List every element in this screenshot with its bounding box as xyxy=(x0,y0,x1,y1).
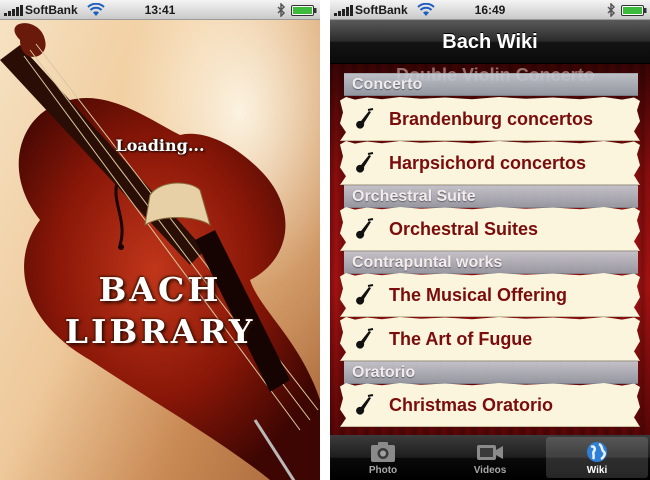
battery-icon xyxy=(291,5,317,16)
app-title-line-1: BACH xyxy=(98,270,222,309)
list-item-christmas-oratorio[interactable]: Christmas Oratorio xyxy=(340,383,640,427)
violin-icon xyxy=(356,152,374,173)
wiki-list[interactable]: Double Violin Concerto Concerto Brandenb… xyxy=(330,64,650,435)
status-time: 16:49 xyxy=(474,3,506,17)
splash-background: Loading... BACH LIBRARY xyxy=(0,20,320,480)
list-item-label: Christmas Oratorio xyxy=(389,395,554,415)
list-item-label: The Art of Fugue xyxy=(389,329,533,349)
list-item-the-musical-offering[interactable]: The Musical Offering xyxy=(340,273,640,317)
status-bar: SoftBank 16:49 xyxy=(330,0,650,20)
list-item-brandenburg-concertos[interactable]: Brandenburg concertos xyxy=(340,97,640,141)
battery-icon xyxy=(621,5,647,16)
list-item-label: The Musical Offering xyxy=(389,285,568,305)
navigation-bar-title: Bach Wiki xyxy=(330,20,650,64)
violin-icon xyxy=(356,328,374,349)
status-bar: SoftBank 13:41 xyxy=(0,0,320,20)
tab-bar: Photo Videos Wiki xyxy=(330,435,650,480)
tab-label: Videos xyxy=(473,465,507,476)
globe-icon xyxy=(587,442,607,462)
violin-icon xyxy=(356,284,374,305)
violin-icon xyxy=(356,108,374,129)
list-item-label: Orchestral Suites xyxy=(389,219,539,239)
section-header-contrapuntal-works: Contrapuntal works xyxy=(344,251,638,274)
bluetooth-icon xyxy=(607,3,616,17)
tab-wiki[interactable]: Wiki xyxy=(546,437,648,478)
violin-icon xyxy=(356,218,374,239)
list-item-label: Brandenburg concertos xyxy=(389,109,594,129)
tab-photo[interactable]: Photo xyxy=(332,437,434,478)
section-header-concerto: Concerto xyxy=(344,73,638,96)
splash-screen: SoftBank 13:41 Loading... BACH LIBRARY xyxy=(0,0,320,480)
list-item-harpsichord-concertos[interactable]: Harpsichord concertos xyxy=(340,141,640,185)
bluetooth-icon xyxy=(277,3,286,17)
app-title-line-2: LIBRARY xyxy=(64,312,256,351)
tab-label: Photo xyxy=(368,465,398,476)
tab-videos[interactable]: Videos xyxy=(439,437,541,478)
violin-icon xyxy=(356,394,374,415)
cello-image xyxy=(0,23,320,480)
list-item-the-art-of-fugue[interactable]: The Art of Fugue xyxy=(340,317,640,361)
video-camera-icon xyxy=(477,445,503,460)
tab-label: Wiki xyxy=(586,465,608,476)
list-item-label: Harpsichord concertos xyxy=(389,153,587,173)
loading-text: Loading... xyxy=(115,136,205,155)
section-header-orchestral-suite: Orchestral Suite xyxy=(344,185,638,208)
wiki-screen: SoftBank 16:49 Bach Wiki Double Violin C… xyxy=(330,0,650,480)
list-item-orchestral-suites[interactable]: Orchestral Suites xyxy=(340,207,640,251)
section-header-oratorio: Oratorio xyxy=(344,361,638,384)
camera-icon xyxy=(371,442,395,462)
status-time: 13:41 xyxy=(144,3,176,17)
